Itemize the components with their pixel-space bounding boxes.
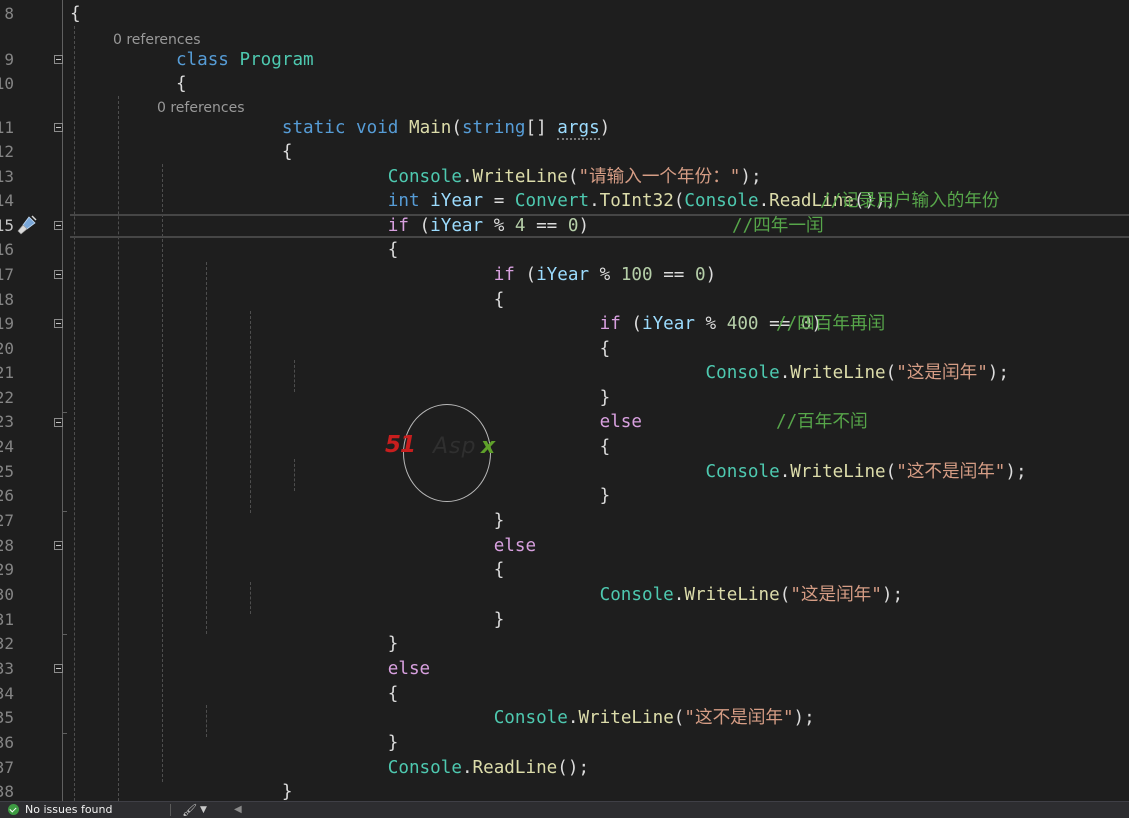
code-comment: //百年不闰 [776,412,868,432]
code-line[interactable]: } [70,780,1129,801]
line-number: 26 [0,486,14,505]
code-line[interactable]: Console.WriteLine("请输入一个年份："); [70,165,1129,189]
line-number: 11 [0,118,14,137]
collapse-method-toggle-icon[interactable] [54,123,63,132]
code-line[interactable]: { [70,140,1129,164]
outlining-rail [62,0,63,801]
code-comment: //四年一闰 [732,216,824,236]
code-line[interactable]: { [70,682,1129,706]
line-number-current: 15 [0,216,14,235]
code-line[interactable]: Console.WriteLine("这不是闰年"); [70,460,1129,484]
51aspx-watermark-logo: 51 Asp x [385,404,515,502]
quick-actions-brush-icon[interactable] [16,214,38,236]
code-line[interactable]: } [70,731,1129,755]
line-number: 25 [0,462,14,481]
watermark-text: Asp [433,434,477,459]
line-number: 14 [0,191,14,210]
code-line[interactable]: if (iYear % 100 == 0) [70,263,1129,287]
line-number: 22 [0,388,14,407]
outlining-end-tick [62,511,67,512]
status-separator [170,804,171,816]
line-number: 32 [0,634,14,653]
line-number: 28 [0,536,14,555]
code-line[interactable]: } [70,632,1129,656]
line-number: 34 [0,684,14,703]
code-line[interactable]: { [70,558,1129,582]
line-number: 20 [0,339,14,358]
collapse-if-toggle-icon[interactable] [54,221,63,230]
code-line[interactable]: { [70,72,1129,96]
collapse-if-toggle-icon[interactable] [54,270,63,279]
editor-status-bar: No issues found 🖌 ▼ ◀ [0,801,1129,818]
line-number: 12 [0,142,14,161]
outlining-end-tick [62,733,67,734]
line-number: 37 [0,758,14,777]
line-number: 36 [0,733,14,752]
code-line[interactable]: static void Main(string[] args) [70,116,1129,140]
line-number: 33 [0,659,14,678]
codelens-references[interactable]: 0 references [157,99,245,117]
code-line[interactable]: { [70,435,1129,459]
chevron-down-icon[interactable]: ▼ [200,803,207,817]
code-line[interactable]: { [70,2,1129,26]
code-line[interactable]: Console.ReadLine(); [70,756,1129,780]
code-line[interactable]: { [70,238,1129,262]
code-line[interactable]: else [70,534,1129,558]
code-line[interactable]: Console.WriteLine("这是闰年"); [70,583,1129,607]
watermark-text: x [481,434,496,459]
line-number: 9 [4,50,14,69]
line-number: 38 [0,782,14,801]
line-number: 24 [0,437,14,456]
line-number: 18 [0,290,14,309]
line-number: 23 [0,412,14,431]
line-number: 17 [0,265,14,284]
collapse-else-toggle-icon[interactable] [54,541,63,550]
check-circle-icon[interactable] [8,804,19,815]
code-line[interactable]: } [70,386,1129,410]
line-number: 21 [0,363,14,382]
outlining-end-tick [62,634,67,635]
code-line[interactable]: Console.WriteLine("这不是闰年"); [70,706,1129,730]
line-number: 31 [0,610,14,629]
brush-icon[interactable]: 🖌 [182,803,197,817]
line-number: 29 [0,560,14,579]
issues-status[interactable]: No issues found [25,803,112,817]
code-editor[interactable]: 8 9 10 11 12 13 14 15 16 17 18 19 20 21 … [0,0,1129,801]
line-number: 8 [4,4,14,23]
line-number: 13 [0,167,14,186]
collapse-else-toggle-icon[interactable] [54,418,63,427]
line-number: 16 [0,240,14,259]
code-line[interactable]: class Program [70,48,1129,72]
code-line[interactable]: else [70,657,1129,681]
collapse-else-toggle-icon[interactable] [54,664,63,673]
code-line[interactable]: Console.WriteLine("这是闰年"); [70,361,1129,385]
code-comment: //四百年再闰 [776,314,886,334]
line-number: 30 [0,585,14,604]
line-number: 10 [0,74,14,93]
line-number: 35 [0,708,14,727]
collapse-class-toggle-icon[interactable] [54,55,63,64]
code-line[interactable]: { [70,288,1129,312]
code-comment: //记录用户输入的年份 [820,191,1000,211]
code-line[interactable]: } [70,509,1129,533]
code-line[interactable]: } [70,608,1129,632]
collapse-if-toggle-icon[interactable] [54,319,63,328]
outlining-end-tick [62,412,67,413]
scroll-left-icon[interactable]: ◀ [234,803,242,817]
code-line[interactable]: } [70,484,1129,508]
code-line[interactable]: { [70,337,1129,361]
watermark-text: 51 [385,432,416,458]
codelens-references[interactable]: 0 references [113,31,201,49]
line-number: 19 [0,314,14,333]
line-number: 27 [0,511,14,530]
